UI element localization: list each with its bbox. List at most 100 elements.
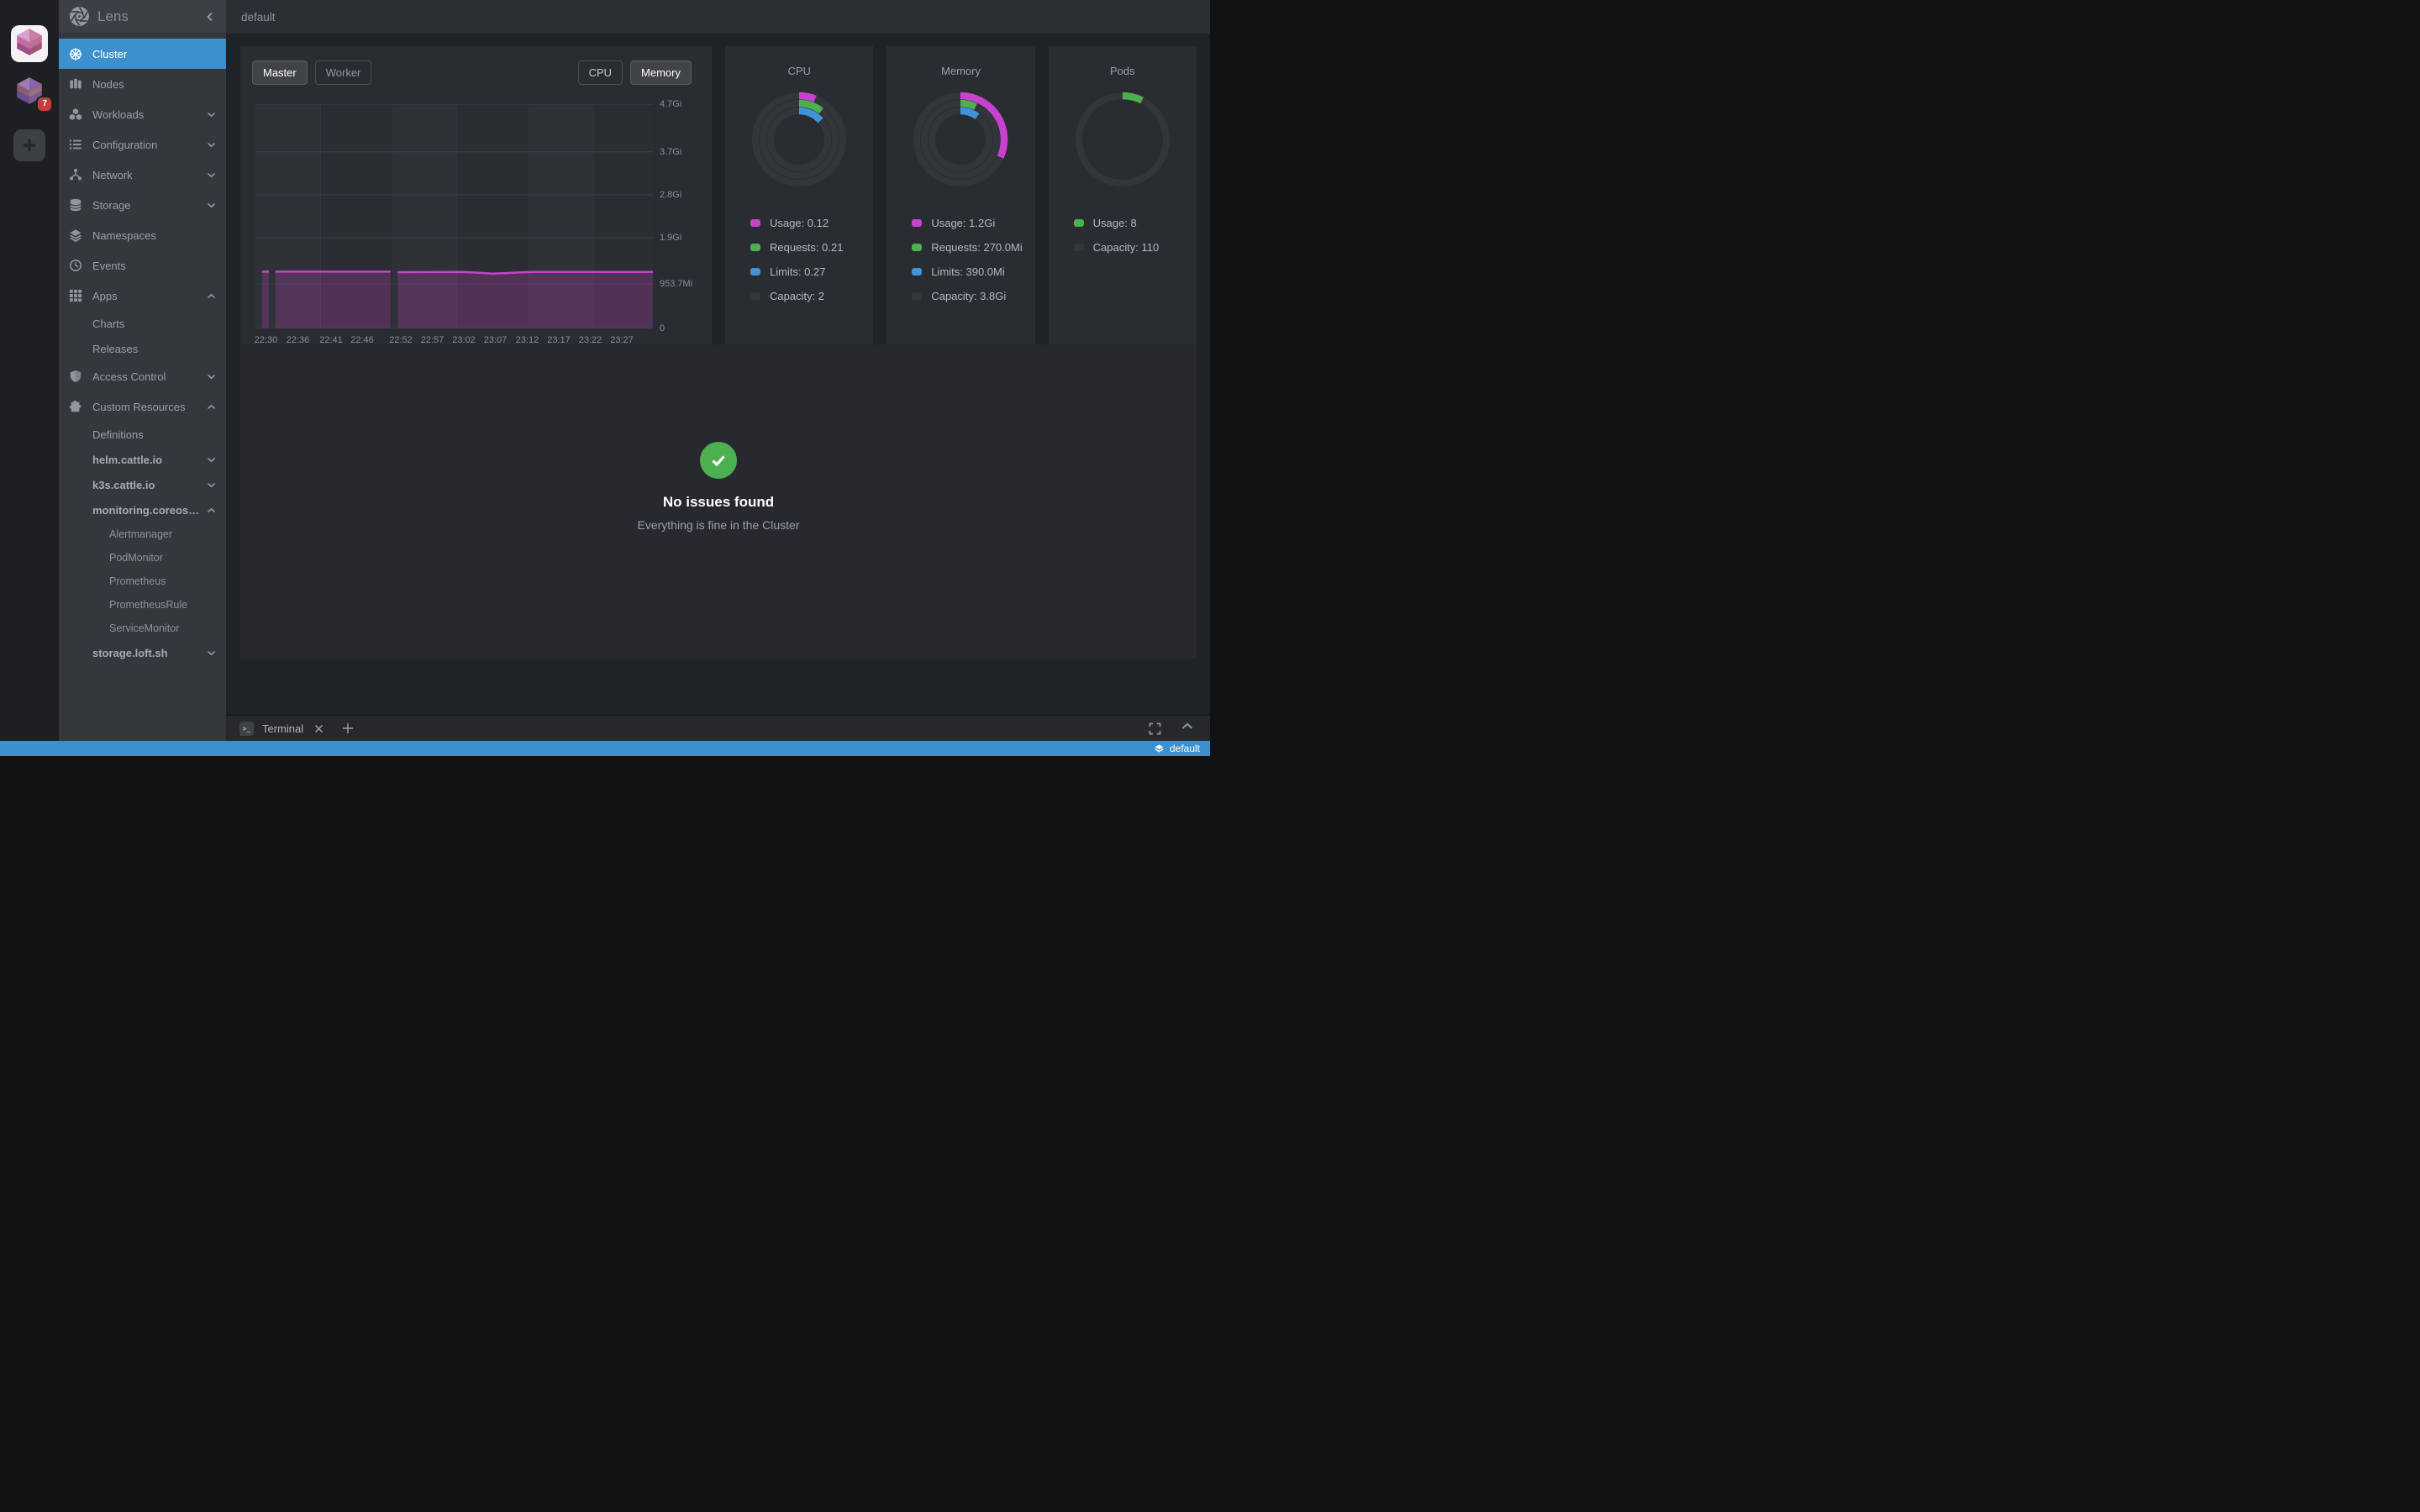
sidebar-item-namespaces[interactable]: Namespaces	[59, 220, 226, 250]
chevron-down-icon	[207, 374, 216, 380]
custom-resources-icon	[69, 400, 82, 413]
sidebar-item-charts[interactable]: Charts	[59, 311, 226, 336]
sidebar-item-label: ServiceMonitor	[109, 622, 216, 634]
sidebar-item-prometheus[interactable]: Prometheus	[59, 570, 226, 593]
legend-swatch	[750, 268, 760, 276]
y-tick-label: 4.7Gi	[660, 99, 681, 109]
chevron-up-icon	[207, 507, 216, 513]
sidebar-item-configuration[interactable]: Configuration	[59, 129, 226, 160]
sidebar-item-access-control[interactable]: Access Control	[59, 361, 226, 391]
sidebar-item-label: Apps	[92, 290, 202, 302]
sidebar-item-custom-resources[interactable]: Custom Resources	[59, 391, 226, 422]
sidebar-item-monitoring-coreos-[interactable]: monitoring.coreos…	[59, 497, 226, 522]
sidebar-item-label: Releases	[92, 343, 216, 355]
sidebar-item-definitions[interactable]: Definitions	[59, 422, 226, 447]
lens-app-window: 7 Lens ClusterNodesWorkloadsConfiguratio…	[0, 0, 1210, 756]
sidebar-item-cluster[interactable]: Cluster	[59, 39, 226, 69]
sidebar-item-workloads[interactable]: Workloads	[59, 99, 226, 129]
sidebar-collapse-button[interactable]	[204, 10, 216, 24]
chevron-down-icon	[207, 457, 216, 463]
access-control-icon	[69, 370, 82, 383]
chevron-down-icon	[207, 142, 216, 148]
add-cluster-button[interactable]	[13, 129, 45, 161]
chevron-left-icon	[206, 12, 214, 22]
sidebar-item-storage[interactable]: Storage	[59, 190, 226, 220]
legend-text: Usage: 8	[1093, 217, 1137, 229]
terminal-close-button[interactable]	[314, 724, 324, 733]
topbar: default	[226, 0, 1210, 34]
sidebar-item-k3s-cattle-io[interactable]: k3s.cattle.io	[59, 472, 226, 497]
storage-icon	[69, 198, 82, 212]
sidebar-item-helm-cattle-io[interactable]: helm.cattle.io	[59, 447, 226, 472]
pods-gauge-card: PodsUsage: 8Capacity: 110	[1049, 46, 1197, 362]
sidebar-item-apps[interactable]: Apps	[59, 281, 226, 311]
sidebar-item-label: Storage	[92, 199, 202, 212]
sidebar: Lens ClusterNodesWorkloadsConfigurationN…	[59, 0, 226, 741]
chevron-up-icon	[207, 404, 216, 410]
terminal-icon[interactable]: >_	[239, 722, 254, 736]
sidebar-item-podmonitor[interactable]: PodMonitor	[59, 546, 226, 570]
metrics-row: MasterWorker CPUMemory 4.7Gi3.7Gi2.8Gi1.…	[240, 46, 1197, 362]
tab-cpu[interactable]: CPU	[578, 60, 623, 85]
tab-memory[interactable]: Memory	[630, 60, 692, 85]
sidebar-menu: ClusterNodes Workloads Configuration Networ…	[59, 34, 226, 665]
memory-gauge-card: MemoryUsage: 1.2GiRequests: 270.0MiLimit…	[886, 46, 1034, 362]
legend-text: Requests: 0.21	[770, 241, 843, 254]
sidebar-item-events[interactable]: Events	[59, 250, 226, 281]
sidebar-item-label: Custom Resources	[92, 401, 202, 413]
cluster-issues-panel: No issues found Everything is fine in th…	[240, 344, 1197, 659]
sidebar-item-alertmanager[interactable]: Alertmanager	[59, 522, 226, 546]
legend-text: Capacity: 110	[1093, 241, 1160, 254]
legend-swatch	[1074, 244, 1084, 251]
success-check-icon	[700, 442, 737, 479]
dock-collapse-button[interactable]	[1181, 722, 1193, 735]
chevron-down-icon	[207, 112, 216, 118]
terminal-tab[interactable]: Terminal	[262, 722, 303, 735]
sidebar-item-label: k3s.cattle.io	[92, 479, 202, 491]
legend-swatch	[912, 219, 922, 227]
namespaces-icon	[69, 228, 82, 242]
sidebar-item-prometheusrule[interactable]: PrometheusRule	[59, 593, 226, 617]
legend-text: Limits: 0.27	[770, 265, 825, 278]
legend-swatch	[750, 244, 760, 251]
sidebar-item-label: helm.cattle.io	[92, 454, 202, 466]
card-title: Memory	[941, 65, 981, 77]
sidebar-item-servicemonitor[interactable]: ServiceMonitor	[59, 617, 226, 640]
sidebar-item-releases[interactable]: Releases	[59, 336, 226, 361]
metric-switcher: CPU Memory	[578, 60, 692, 85]
kubernetes-wheel-icon	[69, 47, 82, 60]
fullscreen-icon	[1149, 722, 1161, 735]
sidebar-item-label: Prometheus	[109, 575, 216, 587]
status-bar: default	[0, 741, 1210, 756]
memory-donut-chart	[909, 88, 1012, 191]
sidebar-item-label: Network	[92, 169, 202, 181]
fullscreen-button[interactable]	[1149, 722, 1161, 735]
cluster-icon-active[interactable]	[11, 25, 48, 62]
memory-usage-area-chart	[255, 104, 653, 328]
sidebar-item-label: Workloads	[92, 108, 202, 121]
new-terminal-button[interactable]	[342, 722, 354, 734]
status-namespace-label[interactable]: default	[1170, 743, 1200, 754]
y-tick-label: 953.7Mi	[660, 279, 692, 289]
tab-master[interactable]: Master	[252, 60, 308, 85]
sidebar-item-nodes[interactable]: Nodes	[59, 69, 226, 99]
main-area: default MasterWorker CPUMemory 4.7Gi3.7G…	[226, 0, 1210, 741]
workloads-icon	[69, 108, 82, 121]
no-issues-subtitle: Everything is fine in the Cluster	[638, 518, 800, 532]
notification-badge: 7	[36, 96, 53, 113]
nodes-icon	[69, 77, 82, 91]
cpu-gauge-card: CPUUsage: 0.12Requests: 0.21Limits: 0.27…	[725, 46, 873, 362]
plus-icon	[21, 137, 38, 154]
tab-worker[interactable]: Worker	[315, 60, 372, 85]
sidebar-item-network[interactable]: Network	[59, 160, 226, 190]
chevron-down-icon	[207, 202, 216, 208]
legend-text: Limits: 390.0Mi	[931, 265, 1004, 278]
legend-row: Limits: 390.0Mi	[912, 260, 1022, 284]
legend-swatch	[912, 268, 922, 276]
plus-icon	[342, 722, 354, 734]
cluster-icon-secondary[interactable]: 7	[11, 74, 48, 111]
cpu-donut-chart	[748, 88, 850, 191]
card-title: CPU	[787, 65, 810, 77]
sidebar-item-storage-loft-sh[interactable]: storage.loft.sh	[59, 640, 226, 665]
no-issues-title: No issues found	[663, 494, 774, 511]
